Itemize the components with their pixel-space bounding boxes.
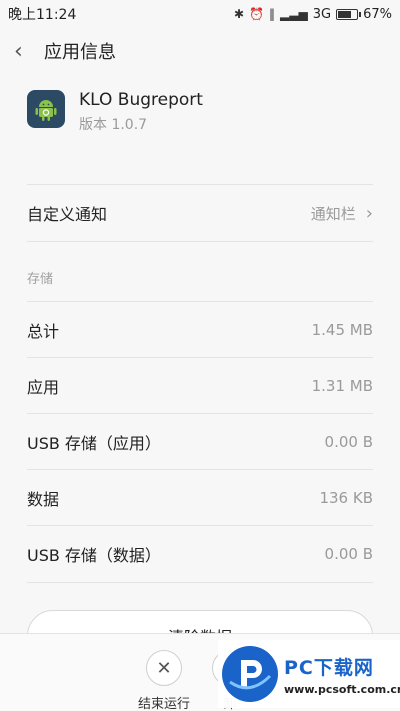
storage-total-row: 总计 1.45 MB: [27, 302, 373, 358]
storage-data-row: 数据 136 KB: [27, 470, 373, 526]
status-time: 晚上11:24: [8, 7, 77, 23]
status-icons: ✱ ⏰ ‖ ▂▃▅ 3G 67%: [234, 7, 392, 22]
custom-notification-row[interactable]: 自定义通知 通知栏 ›: [27, 185, 373, 241]
chevron-right-icon: ›: [365, 202, 373, 224]
storage-row-value: 0.00 B: [324, 545, 373, 563]
signal-icon: ▂▃▅: [280, 7, 308, 21]
storage-row-label: USB 存储（数据）: [27, 546, 161, 565]
p-logo-icon: [224, 648, 276, 700]
storage-row-label: 总计: [27, 322, 60, 341]
divider: [27, 241, 373, 242]
android-app-icon: [27, 90, 65, 128]
storage-row-value: 1.31 MB: [311, 377, 373, 395]
page-title: 应用信息: [44, 42, 116, 63]
storage-section-header: 存储: [27, 272, 54, 287]
storage-row-label: 应用: [27, 378, 60, 397]
app-name: KLO Bugreport: [79, 90, 203, 110]
storage-row-label: 数据: [27, 490, 60, 509]
app-header: KLO Bugreport 版本 1.0.7: [0, 84, 400, 144]
battery-percent: 67%: [363, 6, 392, 22]
close-icon[interactable]: ✕: [146, 650, 182, 686]
title-bar: ‹ 应用信息: [0, 28, 400, 74]
network-type: 3G: [312, 6, 332, 22]
watermark-title: PC下载网: [284, 656, 374, 679]
storage-usb-app-row: USB 存储（应用） 0.00 B: [27, 414, 373, 470]
watermark-url: www.pcsoft.com.cn: [284, 682, 400, 696]
force-stop-action[interactable]: ✕ 结束运行: [138, 650, 190, 711]
status-bar: 晚上11:24 ✱ ⏰ ‖ ▂▃▅ 3G 67%: [0, 0, 400, 28]
storage-row-value: 136 KB: [319, 489, 373, 507]
pcsoft-logo-icon: [222, 646, 278, 702]
chevron-left-icon[interactable]: ‹: [14, 39, 42, 64]
force-stop-label: 结束运行: [138, 697, 191, 711]
storage-row-value: 1.45 MB: [311, 321, 373, 339]
storage-app-row: 应用 1.31 MB: [27, 358, 373, 414]
storage-row-value: 0.00 B: [324, 433, 373, 451]
android-robot-icon: [35, 100, 57, 121]
vibrate-icon: ‖: [269, 7, 276, 21]
app-version: 版本 1.0.7: [79, 117, 148, 133]
storage-usb-data-row: USB 存储（数据） 0.00 B: [27, 526, 373, 582]
storage-row-label: USB 存储（应用）: [27, 434, 161, 453]
battery-icon: [336, 8, 362, 20]
watermark: PC下载网 www.pcsoft.com.cn: [218, 640, 400, 708]
divider: [27, 582, 373, 583]
custom-notification-value: 通知栏: [310, 204, 356, 223]
custom-notification-label: 自定义通知: [27, 205, 108, 224]
bluetooth-icon: ✱: [234, 7, 245, 21]
alarm-icon: ⏰: [249, 7, 265, 21]
